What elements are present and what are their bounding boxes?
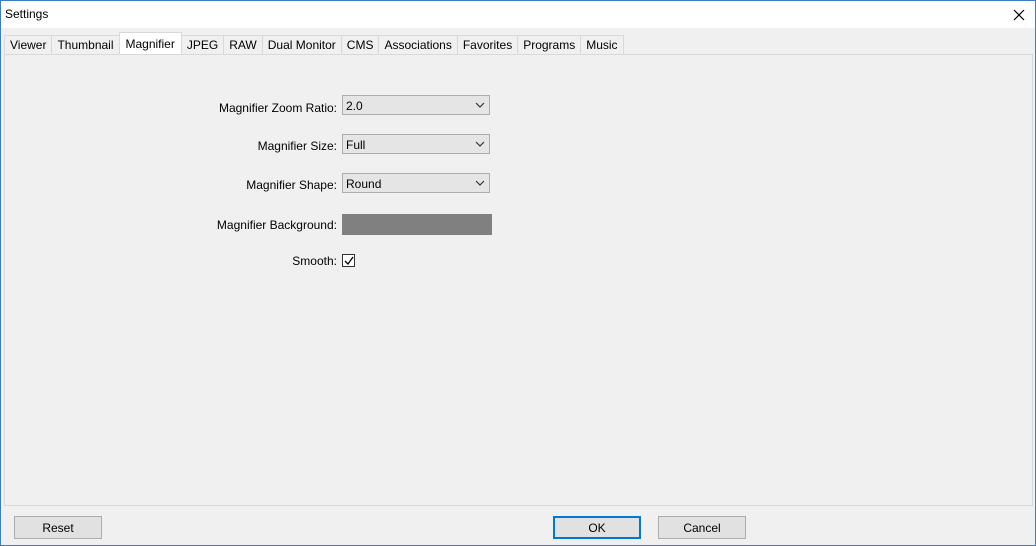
tab-label: Associations <box>384 38 452 52</box>
reset-label: Reset <box>42 520 74 535</box>
tab-viewer[interactable]: Viewer <box>4 35 52 54</box>
zoom-ratio-value: 2.0 <box>346 99 363 113</box>
smooth-label: Smooth: <box>292 254 337 268</box>
tab-label: JPEG <box>186 38 219 52</box>
shape-select[interactable]: Round <box>342 173 490 193</box>
tab-label: Favorites <box>462 38 513 52</box>
ok-button[interactable]: OK <box>553 516 641 539</box>
reset-button[interactable]: Reset <box>14 516 102 539</box>
tab-programs[interactable]: Programs <box>517 35 581 54</box>
tab-label: Dual Monitor <box>267 38 336 52</box>
window-title: Settings <box>5 7 49 21</box>
close-button[interactable] <box>1003 1 1035 28</box>
tab-strip: Viewer Thumbnail Magnifier JPEG RAW Dual… <box>4 32 624 54</box>
ok-label: OK <box>588 520 606 535</box>
zoom-ratio-label: Magnifier Zoom Ratio: <box>218 101 337 115</box>
shape-label: Magnifier Shape: <box>246 178 337 192</box>
close-icon <box>1013 9 1025 20</box>
background-label: Magnifier Background: <box>216 218 337 232</box>
tab-raw[interactable]: RAW <box>223 35 262 54</box>
tab-cms[interactable]: CMS <box>340 35 379 54</box>
magnifier-settings-panel: Magnifier Zoom Ratio: 2.0 Magnifier Size… <box>4 54 1033 506</box>
background-color-picker[interactable] <box>342 214 492 235</box>
title-bar: Settings <box>1 1 1035 28</box>
tab-label: Programs <box>523 38 576 52</box>
tab-magnifier[interactable]: Magnifier <box>118 32 182 54</box>
size-label: Magnifier Size: <box>257 139 337 153</box>
tab-label: Thumbnail <box>57 38 114 52</box>
tab-label: Viewer <box>10 38 47 52</box>
cancel-button[interactable]: Cancel <box>658 516 746 539</box>
tab-label: Music <box>586 38 618 52</box>
tab-label: Magnifier <box>125 36 175 51</box>
tab-thumbnail[interactable]: Thumbnail <box>51 35 119 54</box>
shape-value: Round <box>346 177 382 191</box>
cancel-label: Cancel <box>683 520 721 535</box>
tab-favorites[interactable]: Favorites <box>456 35 518 54</box>
chevron-down-icon <box>475 102 485 108</box>
settings-window: Settings Viewer Thumbnail Magnifier JPEG… <box>0 0 1036 546</box>
tab-music[interactable]: Music <box>580 35 624 54</box>
smooth-checkbox[interactable] <box>342 254 355 267</box>
tab-dual-monitor[interactable]: Dual Monitor <box>261 35 341 54</box>
tab-label: CMS <box>346 38 374 52</box>
size-value: Full <box>346 138 366 152</box>
size-select[interactable]: Full <box>342 134 490 154</box>
chevron-down-icon <box>475 180 485 186</box>
tab-label: RAW <box>229 38 257 52</box>
zoom-ratio-select[interactable]: 2.0 <box>342 95 490 115</box>
tab-jpeg[interactable]: JPEG <box>180 35 224 54</box>
checkmark-icon <box>344 256 354 266</box>
chevron-down-icon <box>475 141 485 147</box>
tab-associations[interactable]: Associations <box>378 35 457 54</box>
